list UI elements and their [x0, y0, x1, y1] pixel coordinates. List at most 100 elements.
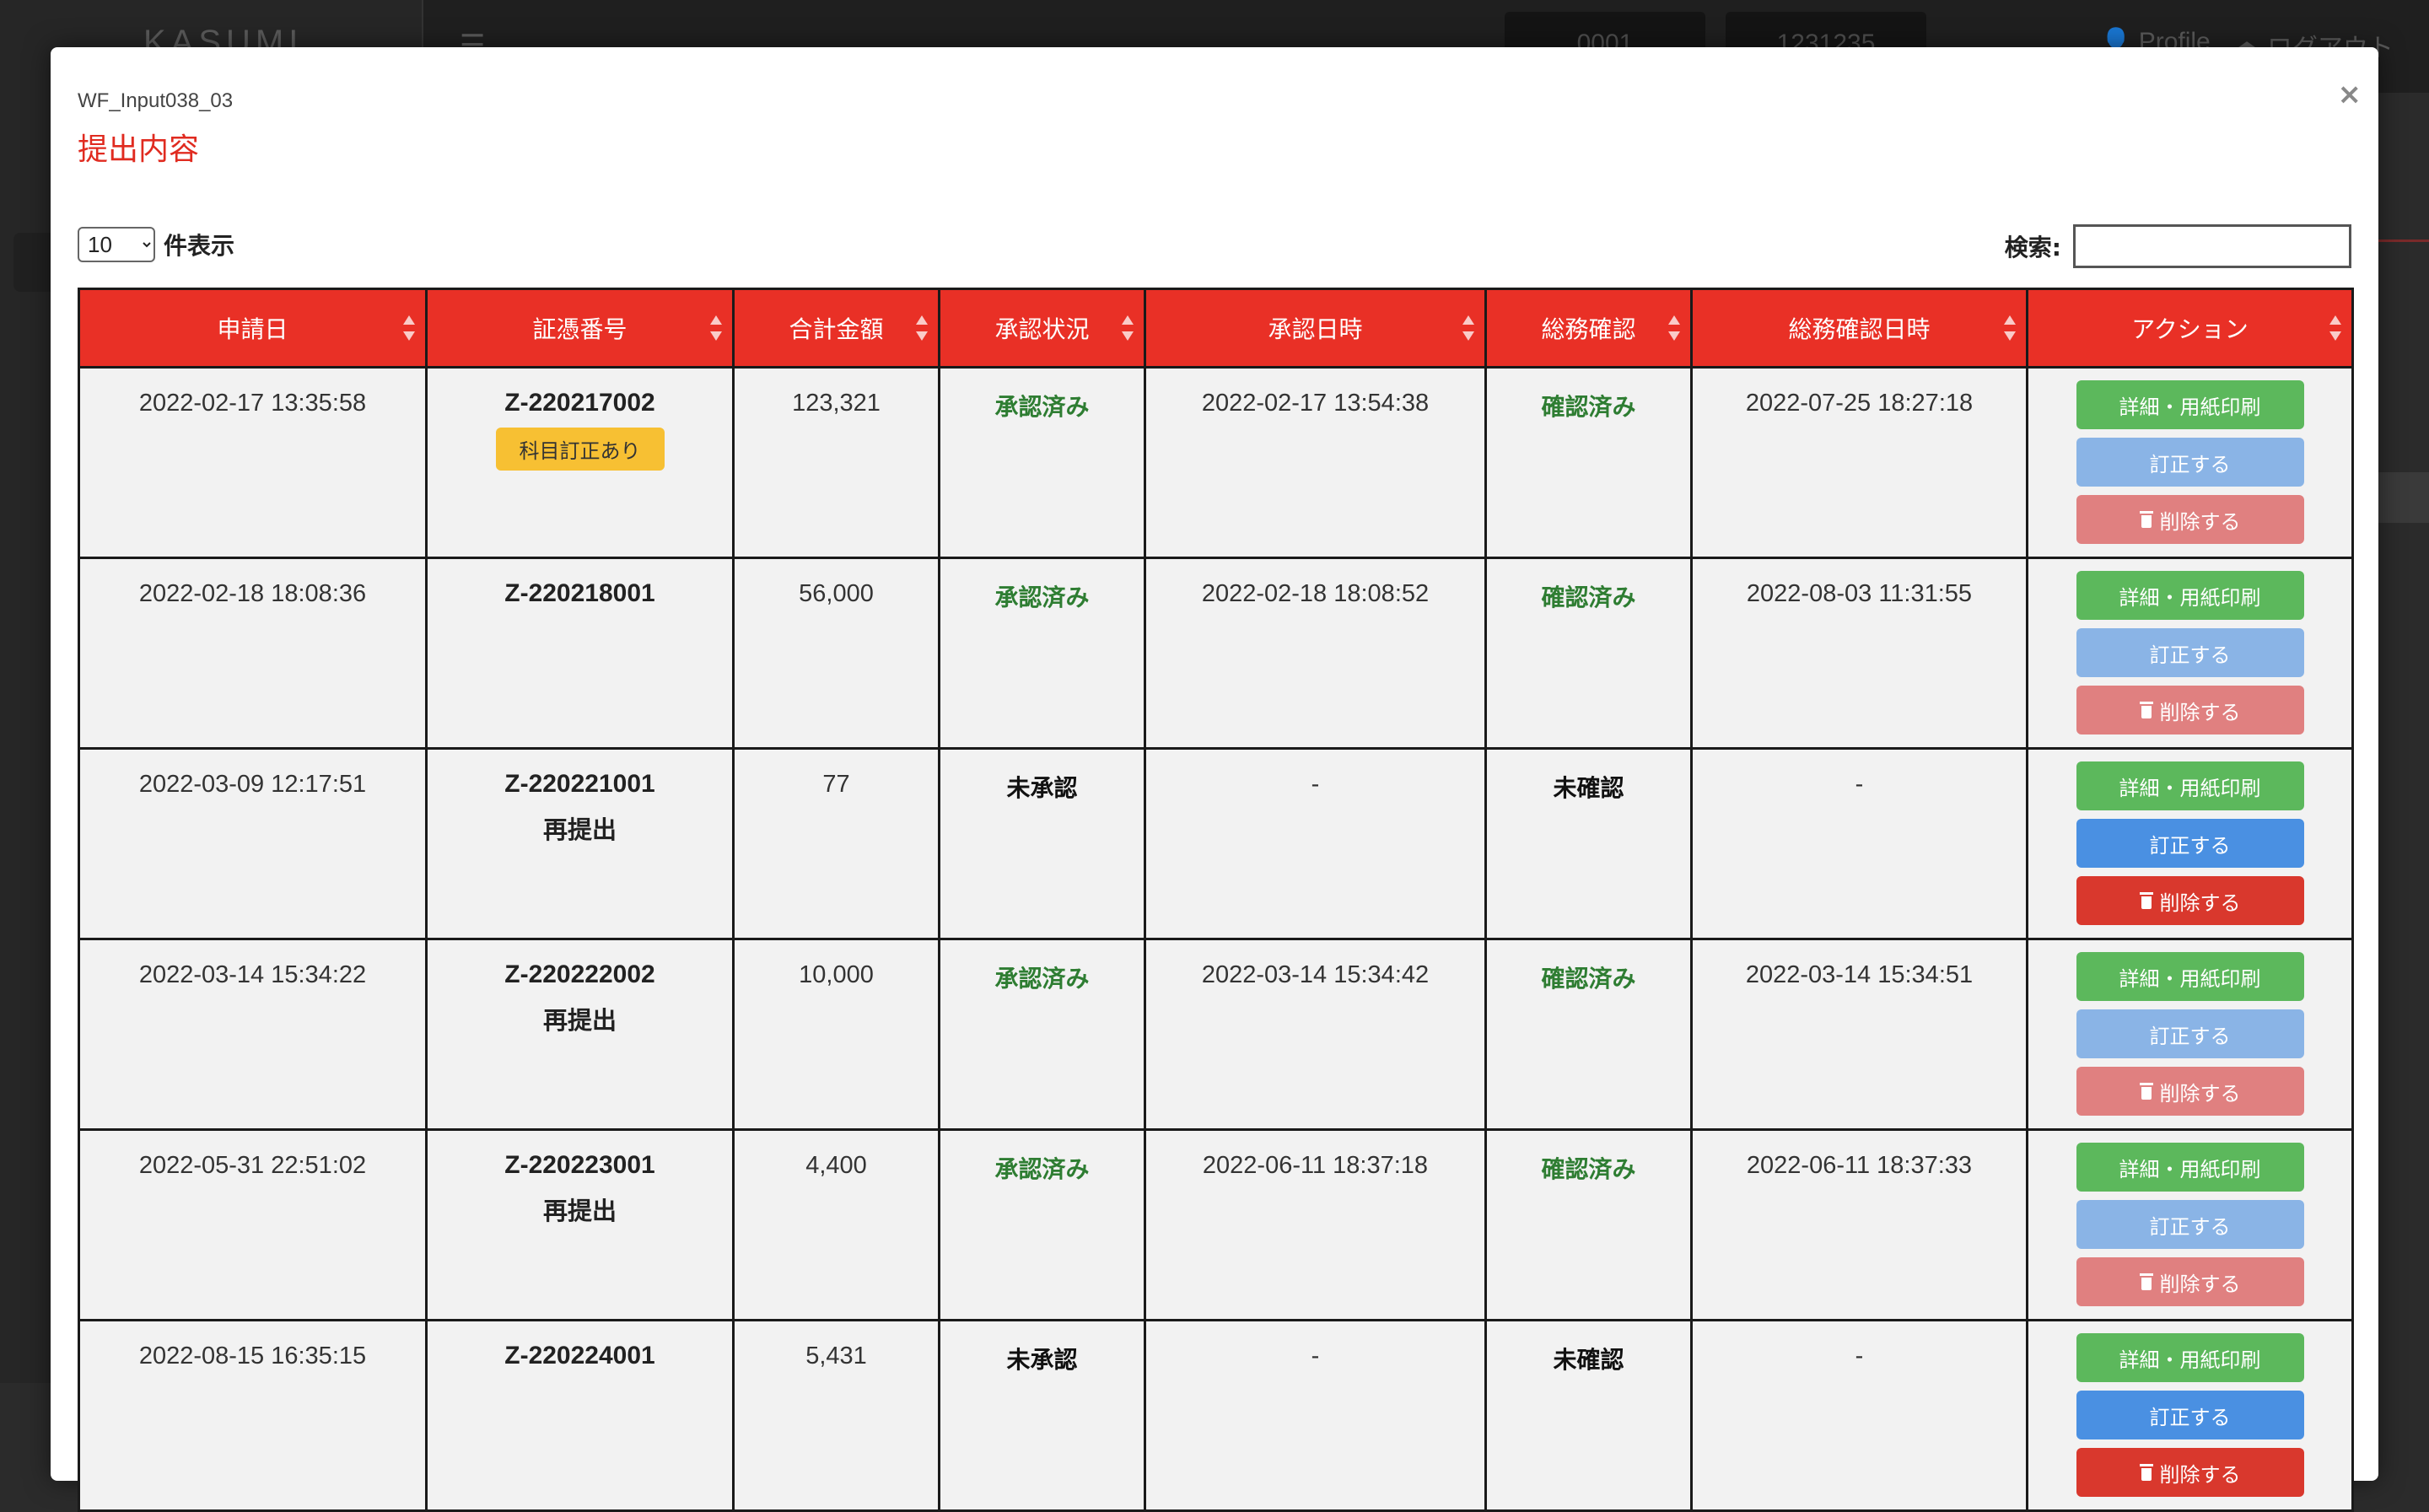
sort-icon[interactable]	[2004, 315, 2016, 341]
approval-cell: 承認済み	[938, 1128, 1146, 1321]
header-label: 総務確認	[1541, 315, 1636, 343]
approval-datetime: -	[1311, 771, 1320, 798]
delete-label: 削除する	[2159, 510, 2241, 534]
total-amount: 5,431	[805, 1343, 867, 1369]
delete-label: 削除する	[2159, 1463, 2241, 1487]
table-row: 2022-05-31 22:51:02 Z-220223001 再提出 4,40…	[78, 1128, 2354, 1321]
approval-status: 承認済み	[994, 584, 1090, 611]
actions-cell: 詳細・用紙印刷 訂正する 削除する	[2026, 938, 2354, 1131]
approval-datetime: -	[1311, 1343, 1320, 1369]
delete-button[interactable]: 削除する	[2076, 495, 2304, 544]
total-amount: 56,000	[799, 580, 874, 607]
approval-status: 未承認	[1006, 774, 1078, 802]
col-ga-confirm-header[interactable]: 総務確認	[1484, 288, 1693, 369]
voucher-cell: Z-220221001 再提出	[425, 747, 735, 940]
amount-cell: 56,000	[732, 557, 940, 750]
ga-confirm-status: 未確認	[1553, 1346, 1624, 1374]
edit-button[interactable]: 訂正する	[2076, 819, 2304, 868]
apply-date: 2022-05-31 22:51:02	[138, 1152, 367, 1179]
col-total-amount-header[interactable]: 合計金額	[732, 288, 940, 369]
sort-icon[interactable]	[1462, 315, 1474, 341]
col-voucher-no-header[interactable]: 証憑番号	[425, 288, 735, 369]
header-label: アクション	[2131, 315, 2249, 343]
header-label: 承認日時	[1268, 315, 1363, 343]
approval-datetime-cell: 2022-02-18 18:08:52	[1144, 557, 1487, 750]
col-actions-header[interactable]: アクション	[2026, 288, 2354, 369]
edit-button[interactable]: 訂正する	[2076, 1391, 2304, 1439]
col-approval-datetime-header[interactable]: 承認日時	[1144, 288, 1487, 369]
approval-status: 承認済み	[994, 393, 1090, 421]
resubmit-label: 再提出	[542, 1006, 617, 1035]
sort-icon[interactable]	[2329, 315, 2341, 341]
actions-cell: 詳細・用紙印刷 訂正する 削除する	[2026, 1128, 2354, 1321]
delete-label: 削除する	[2159, 1082, 2241, 1106]
approval-datetime-cell: 2022-06-11 18:37:18	[1144, 1128, 1487, 1321]
ga-confirm-datetime: -	[1855, 1343, 1864, 1369]
detail-print-button[interactable]: 詳細・用紙印刷	[2076, 1333, 2304, 1382]
search-input[interactable]	[2073, 224, 2351, 268]
close-icon[interactable]: ×	[2338, 78, 2362, 111]
approval-cell: 未承認	[938, 747, 1146, 940]
sort-icon[interactable]	[403, 315, 415, 341]
header-label: 合計金額	[789, 315, 884, 343]
search-control: 検索:	[2005, 224, 2351, 268]
edit-button[interactable]: 訂正する	[2076, 1200, 2304, 1249]
actions-cell: 詳細・用紙印刷 訂正する 削除する	[2026, 1319, 2354, 1512]
table-row: 2022-08-15 16:35:15 Z-220224001 5,431 未承…	[78, 1319, 2354, 1512]
detail-print-button[interactable]: 詳細・用紙印刷	[2076, 571, 2304, 620]
ga-confirm-status: 未確認	[1553, 774, 1624, 802]
col-approval-status-header[interactable]: 承認状況	[938, 288, 1146, 369]
edit-button[interactable]: 訂正する	[2076, 628, 2304, 677]
confirm-datetime-cell: 2022-08-03 11:31:55	[1690, 557, 2028, 750]
sort-icon[interactable]	[710, 315, 722, 341]
actions-cell: 詳細・用紙印刷 訂正する 削除する	[2026, 747, 2354, 940]
confirm-datetime-cell: -	[1690, 747, 2028, 940]
confirm-datetime-cell: -	[1690, 1319, 2028, 1512]
col-apply-date-header[interactable]: 申請日	[78, 288, 428, 369]
amount-cell: 10,000	[732, 938, 940, 1131]
approval-cell: 承認済み	[938, 366, 1146, 559]
approval-status: 承認済み	[994, 1155, 1090, 1183]
apply-date-cell: 2022-03-14 15:34:22	[78, 938, 428, 1131]
approval-datetime-cell: 2022-03-14 15:34:42	[1144, 938, 1487, 1131]
ga-confirm-status: 確認済み	[1541, 1155, 1636, 1183]
detail-print-button[interactable]: 詳細・用紙印刷	[2076, 380, 2304, 429]
approval-datetime: 2022-02-18 18:08:52	[1201, 580, 1430, 607]
detail-print-button[interactable]: 詳細・用紙印刷	[2076, 1143, 2304, 1192]
actions-cell: 詳細・用紙印刷 訂正する 削除する	[2026, 366, 2354, 559]
col-ga-confirm-datetime-header[interactable]: 総務確認日時	[1690, 288, 2028, 369]
actions-cell: 詳細・用紙印刷 訂正する 削除する	[2026, 557, 2354, 750]
ga-confirm-status: 確認済み	[1541, 965, 1636, 993]
page-length-select[interactable]: 10	[78, 227, 155, 262]
approval-status: 未承認	[1006, 1346, 1078, 1374]
delete-label: 削除する	[2159, 701, 2241, 724]
detail-print-button[interactable]: 詳細・用紙印刷	[2076, 952, 2304, 1001]
delete-button[interactable]: 削除する	[2076, 1067, 2304, 1116]
amount-cell: 5,431	[732, 1319, 940, 1512]
voucher-number: Z-220223001	[504, 1151, 655, 1179]
sort-icon[interactable]	[1122, 315, 1134, 341]
apply-date: 2022-08-15 16:35:15	[138, 1343, 367, 1369]
amount-cell: 4,400	[732, 1128, 940, 1321]
confirm-cell: 確認済み	[1484, 366, 1693, 559]
voucher-cell: Z-220222002 再提出	[425, 938, 735, 1131]
confirm-datetime-cell: 2022-03-14 15:34:51	[1690, 938, 2028, 1131]
resubmit-label: 再提出	[542, 1197, 617, 1225]
edit-button[interactable]: 訂正する	[2076, 1009, 2304, 1058]
trash-icon	[2139, 511, 2153, 528]
delete-button[interactable]: 削除する	[2076, 1448, 2304, 1497]
delete-button[interactable]: 削除する	[2076, 1257, 2304, 1306]
total-amount: 77	[822, 771, 850, 798]
screen-code: WF_Input038_03	[78, 89, 234, 112]
confirm-cell: 確認済み	[1484, 557, 1693, 750]
trash-icon	[2139, 1464, 2153, 1481]
table-row: 2022-02-18 18:08:36 Z-220218001 56,000 承…	[78, 557, 2354, 750]
edit-button[interactable]: 訂正する	[2076, 438, 2304, 487]
delete-button[interactable]: 削除する	[2076, 686, 2304, 734]
detail-print-button[interactable]: 詳細・用紙印刷	[2076, 761, 2304, 810]
delete-button[interactable]: 削除する	[2076, 876, 2304, 925]
trash-icon	[2139, 1083, 2153, 1100]
delete-label: 削除する	[2159, 1273, 2241, 1296]
sort-icon[interactable]	[1668, 315, 1680, 341]
sort-icon[interactable]	[916, 315, 928, 341]
